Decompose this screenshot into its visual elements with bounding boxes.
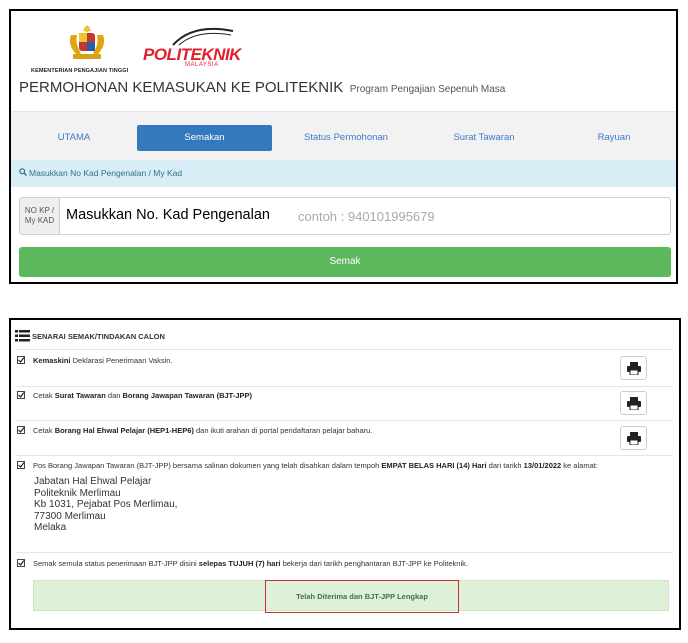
instruction-bar: Masukkan No Kad Pengenalan / My Kad — [11, 160, 676, 187]
mailing-address: Jabatan Hal Ehwal Pelajar Politeknik Mer… — [34, 476, 177, 534]
checklist-row-recheck-status: Semak semula status penerimaan BJT-JPP d… — [15, 559, 673, 571]
page-title: PERMOHONAN KEMASUKAN KE POLITEKNIK Progr… — [19, 79, 505, 97]
ic-input-group: NO KP / My KAD Masukkan No. Kad Pengenal… — [19, 197, 671, 235]
address-line: Jabatan Hal Ehwal Pelajar — [34, 476, 152, 487]
nav-bar: UTAMA Semakan Status Permohonan Surat Ta… — [11, 111, 676, 161]
status-badge: Telah Diterima dan BJT-JPP Lengkap — [265, 580, 459, 613]
row-text: Kemaskini Deklarasi Penerimaan Vaksin. — [33, 356, 173, 365]
ic-input-label: Masukkan No. Kad Pengenalan — [66, 207, 270, 223]
checklist-panel: SENARAI SEMAK/TINDAKAN CALON Kemaskini D… — [9, 318, 681, 630]
instruction-text: Masukkan No Kad Pengenalan / My Kad — [29, 168, 183, 178]
status-alert: Telah Diterima dan BJT-JPP Lengkap — [33, 580, 669, 613]
checklist-row-offer-letter: Cetak Surat Tawaran dan Borang Jawapan T… — [15, 391, 673, 419]
list-icon — [15, 330, 30, 344]
nav-tab-surat-tawaran[interactable]: Surat Tawaran — [419, 125, 549, 151]
header-logos: KEMENTERIAN PENGAJIAN TINGGI POLITEKNIK … — [31, 21, 331, 81]
ic-input-addon: NO KP / My KAD — [20, 198, 60, 234]
print-button[interactable] — [620, 356, 647, 380]
search-icon — [19, 160, 27, 187]
row-text: Semak semula status penerimaan BJT-JPP d… — [33, 559, 468, 568]
checkbox-checked-icon — [17, 426, 25, 434]
search-panel: KEMENTERIAN PENGAJIAN TINGGI POLITEKNIK … — [9, 9, 678, 284]
politeknik-logo: POLITEKNIK MALAYSIA — [143, 23, 243, 71]
row-text: Cetak Borang Hal Ehwal Pelajar (HEP1-HEP… — [33, 426, 373, 435]
checkbox-checked-icon — [17, 356, 25, 364]
divider — [15, 420, 673, 421]
divider — [15, 349, 673, 350]
semak-button[interactable]: Semak — [19, 247, 671, 277]
nav-tab-status-permohonan[interactable]: Status Permohonan — [281, 125, 411, 151]
print-button[interactable] — [620, 426, 647, 450]
ic-number-input[interactable]: contoh : 940101995679 — [298, 209, 435, 224]
checklist-heading: SENARAI SEMAK/TINDAKAN CALON — [15, 330, 165, 344]
divider — [15, 386, 673, 387]
logo-subtext: MALAYSIA — [185, 62, 219, 68]
checkbox-checked-icon — [17, 559, 25, 567]
printer-icon — [627, 432, 641, 445]
page-title-main: PERMOHONAN KEMASUKAN KE POLITEKNIK — [19, 79, 344, 96]
address-line: 77300 Merlimau — [34, 510, 106, 522]
address-line: Kb 1031, Pejabat Pos Merlimau, — [34, 499, 178, 510]
address-line: Politeknik Merlimau — [34, 487, 121, 499]
checkbox-checked-icon — [17, 461, 25, 469]
divider — [15, 455, 673, 456]
nav-tab-utama[interactable]: UTAMA — [11, 125, 137, 151]
divider — [15, 552, 673, 553]
page-title-sub: Program Pengajian Sepenuh Masa — [349, 84, 506, 95]
checklist-row-vaccine: Kemaskini Deklarasi Penerimaan Vaksin. — [15, 356, 673, 384]
ministry-name: KEMENTERIAN PENGAJIAN TINGGI — [31, 68, 129, 74]
checkbox-checked-icon — [17, 391, 25, 399]
addon-line2: My KAD — [24, 216, 55, 225]
printer-icon — [627, 397, 641, 410]
row-text: Cetak Surat Tawaran dan Borang Jawapan T… — [33, 391, 252, 400]
checklist-row-hep-forms: Cetak Borang Hal Ehwal Pelajar (HEP1-HEP… — [15, 426, 673, 454]
coat-of-arms-icon — [69, 25, 105, 59]
print-button[interactable] — [620, 391, 647, 415]
checklist-row-post-form: Pos Borang Jawapan Tawaran (BJT-JPP) ber… — [15, 461, 673, 473]
nav-tab-semakan[interactable]: Semakan — [137, 125, 272, 151]
addon-line1: NO KP / — [24, 206, 55, 215]
printer-icon — [627, 362, 641, 375]
row-text: Pos Borang Jawapan Tawaran (BJT-JPP) ber… — [33, 461, 598, 470]
nav-tab-rayuan[interactable]: Rayuan — [549, 125, 679, 151]
address-line: Melaka — [34, 522, 67, 533]
logo-swoosh-icon — [172, 27, 234, 46]
checklist-title: SENARAI SEMAK/TINDAKAN CALON — [32, 331, 165, 341]
